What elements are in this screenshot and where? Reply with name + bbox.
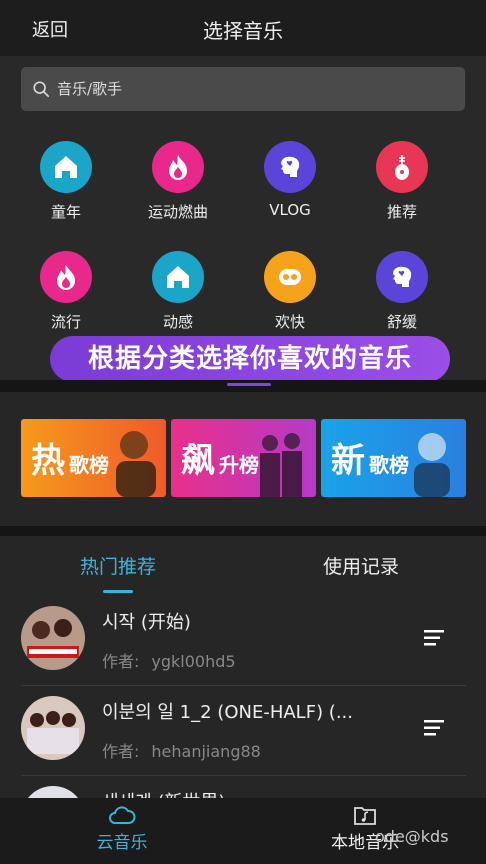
flame-icon	[152, 141, 204, 193]
list-item[interactable]: 시작 (开始) 作者: ygkl00hd5	[0, 596, 486, 686]
author-label: 作者:	[102, 742, 140, 761]
chart-list: 热 歌榜 飙 升榜 新 歌榜	[0, 392, 486, 526]
category-label: 流行	[50, 313, 81, 331]
category-pop[interactable]: 流行	[16, 251, 116, 332]
watermark-text: ode@kds	[375, 827, 449, 846]
song-title: 시작 (开始)	[102, 612, 191, 633]
drag-handle[interactable]	[227, 383, 271, 386]
smiley-icon	[264, 251, 316, 303]
tab-hot[interactable]: 热门推荐	[80, 552, 156, 579]
chart-rising[interactable]: 飙 升榜	[171, 419, 316, 497]
list-menu-icon[interactable]	[424, 629, 446, 647]
cloud-icon	[109, 806, 136, 824]
category-dynamic[interactable]: 动感	[128, 251, 228, 332]
flame-icon	[40, 251, 92, 303]
category-soothing[interactable]: 舒缓	[352, 251, 452, 332]
category-label: VLOG	[269, 201, 311, 219]
list-item[interactable]: 새세계 (新世界)	[0, 776, 486, 800]
singer-image	[116, 431, 156, 497]
song-title: 이분의 일 1_2 (ONE-HALF) (...	[102, 702, 353, 723]
search-input[interactable]	[57, 67, 447, 111]
chart-big-label: 飙	[181, 441, 215, 481]
tab-bar: 热门推荐 使用记录	[0, 536, 486, 596]
song-list: 시작 (开始) 作者: ygkl00hd5 이분의 일 1_2 (ONE-HALF…	[0, 596, 486, 800]
song-author: 作者: hehanjiang88	[102, 738, 261, 762]
song-cover	[21, 606, 85, 670]
home-icon	[152, 251, 204, 303]
category-cheerful[interactable]: 欢快	[240, 251, 340, 332]
song-cover	[21, 696, 85, 760]
category-recommend[interactable]: 推荐	[352, 141, 452, 222]
nav-label: 云音乐	[96, 833, 148, 853]
author-name: ygkl00hd5	[151, 652, 236, 671]
song-author: 作者: ygkl00hd5	[102, 648, 236, 672]
singer-image	[414, 433, 450, 497]
chart-big-label: 新	[331, 441, 365, 481]
category-panel: 童年 运动燃曲 VLOG 推荐 流行 动感 欢快	[0, 56, 486, 382]
category-vlog[interactable]: VLOG	[240, 141, 340, 219]
category-label: 动感	[162, 313, 193, 331]
search-icon	[33, 81, 50, 98]
author-label: 作者:	[102, 652, 140, 671]
home-icon	[40, 141, 92, 193]
category-childhood[interactable]: 童年	[16, 141, 116, 222]
section-divider	[0, 380, 486, 392]
search-bar[interactable]	[21, 67, 465, 111]
category-sports[interactable]: 运动燃曲	[128, 141, 228, 222]
pipa-icon	[376, 141, 428, 193]
band-image	[260, 433, 302, 497]
section-divider	[0, 526, 486, 536]
chart-new[interactable]: 新 歌榜	[321, 419, 466, 497]
tab-indicator	[103, 590, 133, 593]
heart-head-icon	[264, 141, 316, 193]
top-bar: 返回 选择音乐	[0, 0, 486, 56]
category-label: 推荐	[386, 203, 417, 221]
category-label: 童年	[50, 203, 81, 221]
chart-big-label: 热	[31, 441, 65, 481]
chart-hot[interactable]: 热 歌榜	[21, 419, 166, 497]
overlay-caption: 根据分类选择你喜欢的音乐	[50, 336, 450, 382]
folder-music-icon	[354, 807, 376, 825]
tab-history[interactable]: 使用记录	[323, 552, 399, 579]
list-item[interactable]: 이분의 일 1_2 (ONE-HALF) (... 作者: hehanjiang8…	[0, 686, 486, 776]
author-name: hehanjiang88	[151, 742, 261, 761]
category-label: 欢快	[274, 313, 305, 331]
category-label: 运动燃曲	[147, 203, 208, 221]
nav-cloud-music[interactable]: 云音乐	[57, 798, 187, 864]
list-menu-icon[interactable]	[424, 719, 446, 737]
heart-head-icon	[376, 251, 428, 303]
category-label: 舒缓	[386, 313, 417, 331]
page-title: 选择音乐	[203, 19, 283, 43]
